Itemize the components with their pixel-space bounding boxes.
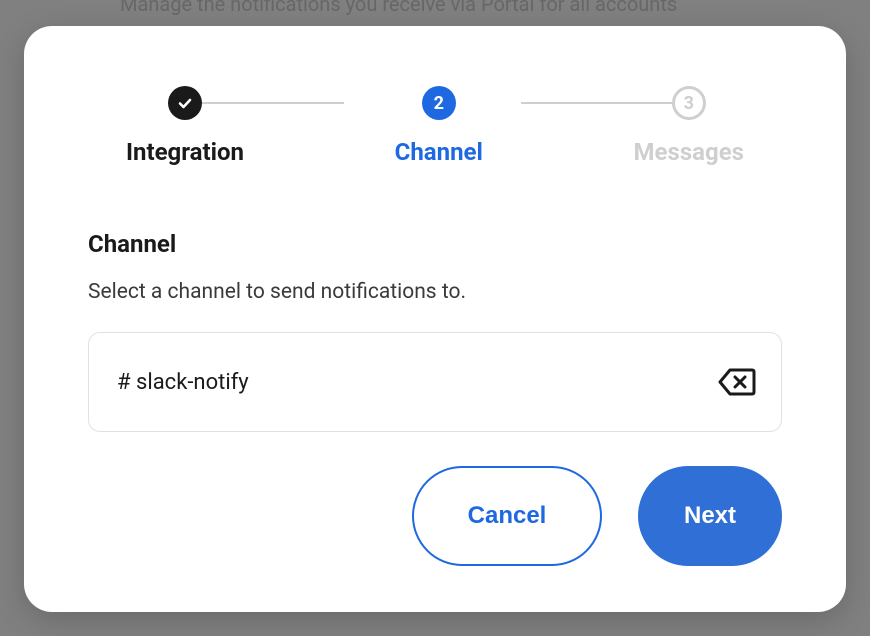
step-messages[interactable]: 3 Messages (634, 86, 744, 166)
step-circle-done (168, 86, 202, 120)
stepper: Integration 2 Channel 3 Messages (126, 86, 744, 166)
modal-buttons: Cancel Next (88, 466, 782, 566)
section-description: Select a channel to send notifications t… (88, 280, 782, 304)
step-integration[interactable]: Integration (126, 86, 244, 166)
checkmark-icon (177, 95, 193, 111)
clear-button[interactable] (717, 366, 757, 398)
step-circle-current: 2 (422, 86, 456, 120)
step-label: Integration (126, 138, 244, 166)
step-circle-future: 3 (672, 86, 706, 120)
backspace-x-icon (718, 367, 756, 397)
cancel-button[interactable]: Cancel (412, 466, 602, 566)
section-title: Channel (88, 230, 782, 258)
channel-modal: Integration 2 Channel 3 Messages Channel… (24, 26, 846, 612)
step-channel[interactable]: 2 Channel (395, 86, 483, 166)
background-text: Manage the notifications you receive via… (120, 0, 677, 16)
next-button[interactable]: Next (638, 466, 782, 566)
channel-input[interactable]: # slack-notify (88, 332, 782, 432)
channel-input-value: # slack-notify (117, 370, 249, 395)
step-label: Channel (395, 138, 483, 166)
step-label: Messages (634, 138, 744, 166)
